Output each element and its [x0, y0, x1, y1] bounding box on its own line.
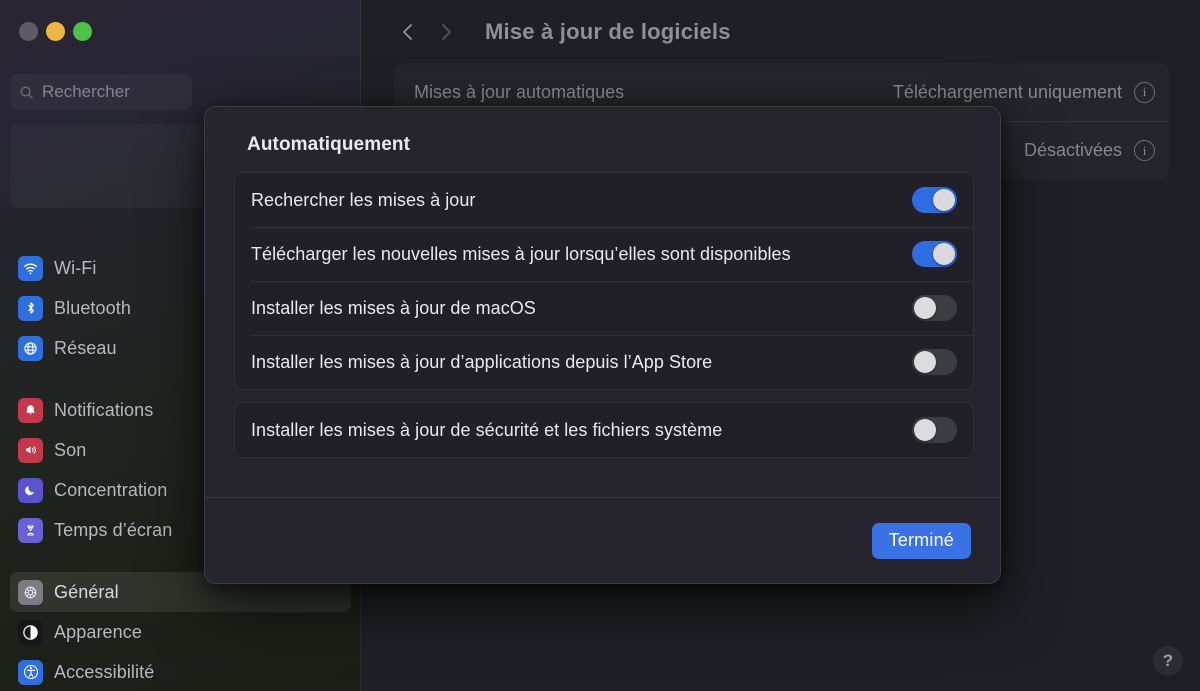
sidebar-item-label: Concentration	[54, 479, 168, 500]
speaker-icon	[18, 437, 43, 463]
help-button[interactable]: ?	[1153, 646, 1183, 676]
sidebar-item-accessibility[interactable]: Accessibilité	[10, 652, 351, 691]
option-row-install-macos[interactable]: Installer les mises à jour de macOS	[235, 281, 973, 335]
pane-toolbar: Mise à jour de logiciels	[361, 0, 1200, 63]
info-icon[interactable]: i	[1134, 81, 1155, 103]
system-settings-window: Wi-Fi Bluetooth	[0, 0, 1200, 691]
option-row-download-updates[interactable]: Télécharger les nouvelles mises à jour l…	[235, 227, 973, 281]
dialog-title: Automatiquement	[247, 134, 410, 155]
toggle-knob	[914, 419, 936, 441]
row-value: Téléchargement uniquement	[892, 81, 1122, 102]
search-icon	[19, 85, 34, 100]
toggle-knob	[914, 297, 936, 319]
close-window-button[interactable]	[19, 22, 38, 41]
sidebar-item-label: Son	[54, 439, 87, 460]
back-button[interactable]	[389, 13, 427, 51]
option-row-check-updates[interactable]: Rechercher les mises à jour	[235, 173, 973, 227]
sidebar-search-field[interactable]	[10, 74, 192, 110]
sidebar-item-label: Notifications	[54, 399, 154, 420]
toggle-download-updates[interactable]	[912, 241, 957, 267]
accessibility-icon	[18, 659, 43, 685]
dialog-footer: Terminé	[871, 523, 971, 559]
sidebar-item-label: Bluetooth	[54, 297, 131, 318]
sidebar-item-label: Réseau	[54, 337, 117, 358]
search-input[interactable]	[42, 82, 183, 102]
dialog-options-group-1: Rechercher les mises à jour Télécharger …	[234, 172, 974, 390]
option-label: Installer les mises à jour d’application…	[251, 351, 713, 372]
sidebar-item-label: Wi-Fi	[54, 257, 97, 278]
bell-icon	[18, 397, 43, 423]
maximize-window-button[interactable]	[73, 22, 92, 41]
row-value: Désactivées	[1023, 140, 1122, 160]
toggle-install-macos[interactable]	[912, 295, 957, 321]
sidebar-item-appearance[interactable]: Apparence	[10, 612, 351, 652]
option-label: Installer les mises à jour de macOS	[251, 297, 536, 318]
toggle-knob	[933, 243, 955, 265]
gear-icon	[18, 579, 43, 605]
moon-icon	[18, 477, 43, 503]
toggle-knob	[933, 189, 955, 211]
sidebar-item-label: Général	[54, 581, 119, 602]
option-label: Rechercher les mises à jour	[251, 189, 476, 210]
sidebar-item-label: Accessibilité	[54, 661, 155, 682]
chevron-left-icon	[396, 20, 420, 44]
done-button[interactable]: Terminé	[871, 523, 971, 559]
account-card[interactable]	[10, 124, 206, 208]
sidebar-item-label: Apparence	[54, 621, 142, 642]
option-label: Télécharger les nouvelles mises à jour l…	[251, 243, 791, 264]
page-title: Mise à jour de logiciels	[485, 18, 731, 44]
forward-button[interactable]	[427, 13, 465, 51]
toggle-install-appstore[interactable]	[912, 349, 957, 375]
dialog-options-group-2: Installer les mises à jour de sécurité e…	[234, 402, 974, 458]
appearance-icon	[18, 619, 43, 645]
dialog-footer-divider	[205, 497, 1000, 498]
row-label: Mises à jour automatiques	[414, 81, 625, 102]
window-traffic-lights	[19, 22, 92, 41]
hourglass-icon	[18, 517, 43, 543]
toggle-install-security[interactable]	[912, 417, 957, 443]
toggle-knob	[914, 351, 936, 373]
wifi-icon	[18, 255, 43, 281]
minimize-window-button[interactable]	[46, 22, 65, 41]
toggle-check-updates[interactable]	[912, 187, 957, 213]
option-row-install-appstore[interactable]: Installer les mises à jour d’application…	[235, 335, 973, 389]
globe-icon	[18, 335, 43, 361]
chevron-right-icon	[434, 20, 458, 44]
sidebar-group-system: Général Apparence Accessibilité	[0, 572, 361, 691]
automatic-updates-dialog: Automatiquement Rechercher les mises à j…	[204, 106, 1001, 584]
option-label: Installer les mises à jour de sécurité e…	[251, 419, 723, 440]
option-row-install-security[interactable]: Installer les mises à jour de sécurité e…	[235, 403, 973, 457]
info-icon[interactable]: i	[1134, 140, 1155, 161]
sidebar-item-label: Temps d’écran	[54, 519, 173, 540]
bluetooth-icon	[18, 295, 43, 321]
